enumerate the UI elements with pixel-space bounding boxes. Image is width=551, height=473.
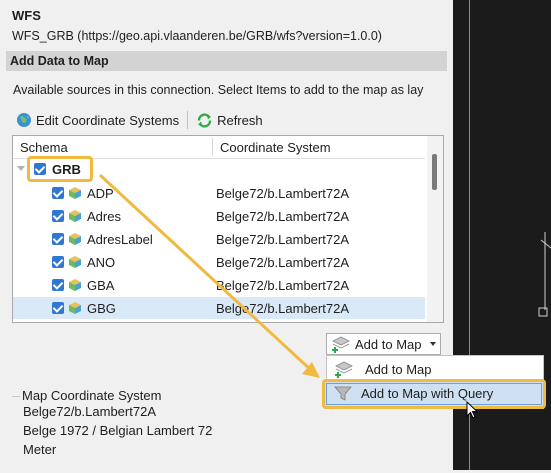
mouse-cursor-icon bbox=[466, 401, 479, 419]
menu-item-add-to-map-with-query[interactable]: Add to Map with Query bbox=[322, 379, 546, 409]
add-to-map-split-button[interactable]: Add to Map bbox=[326, 333, 441, 355]
add-to-map-menu: Add to Map Add to Map with Query bbox=[322, 355, 546, 409]
menu-item-label: Add to Map bbox=[365, 362, 432, 377]
filter-icon bbox=[334, 386, 352, 401]
menu-item-label: Add to Map with Query bbox=[361, 386, 494, 401]
add-to-map-button-label: Add to Map bbox=[355, 336, 422, 352]
add-layer-icon bbox=[332, 336, 350, 353]
dropdown-arrow-icon[interactable] bbox=[430, 342, 436, 346]
add-layer-icon bbox=[335, 361, 353, 378]
menu-item-add-to-map[interactable]: Add to Map bbox=[327, 358, 543, 380]
